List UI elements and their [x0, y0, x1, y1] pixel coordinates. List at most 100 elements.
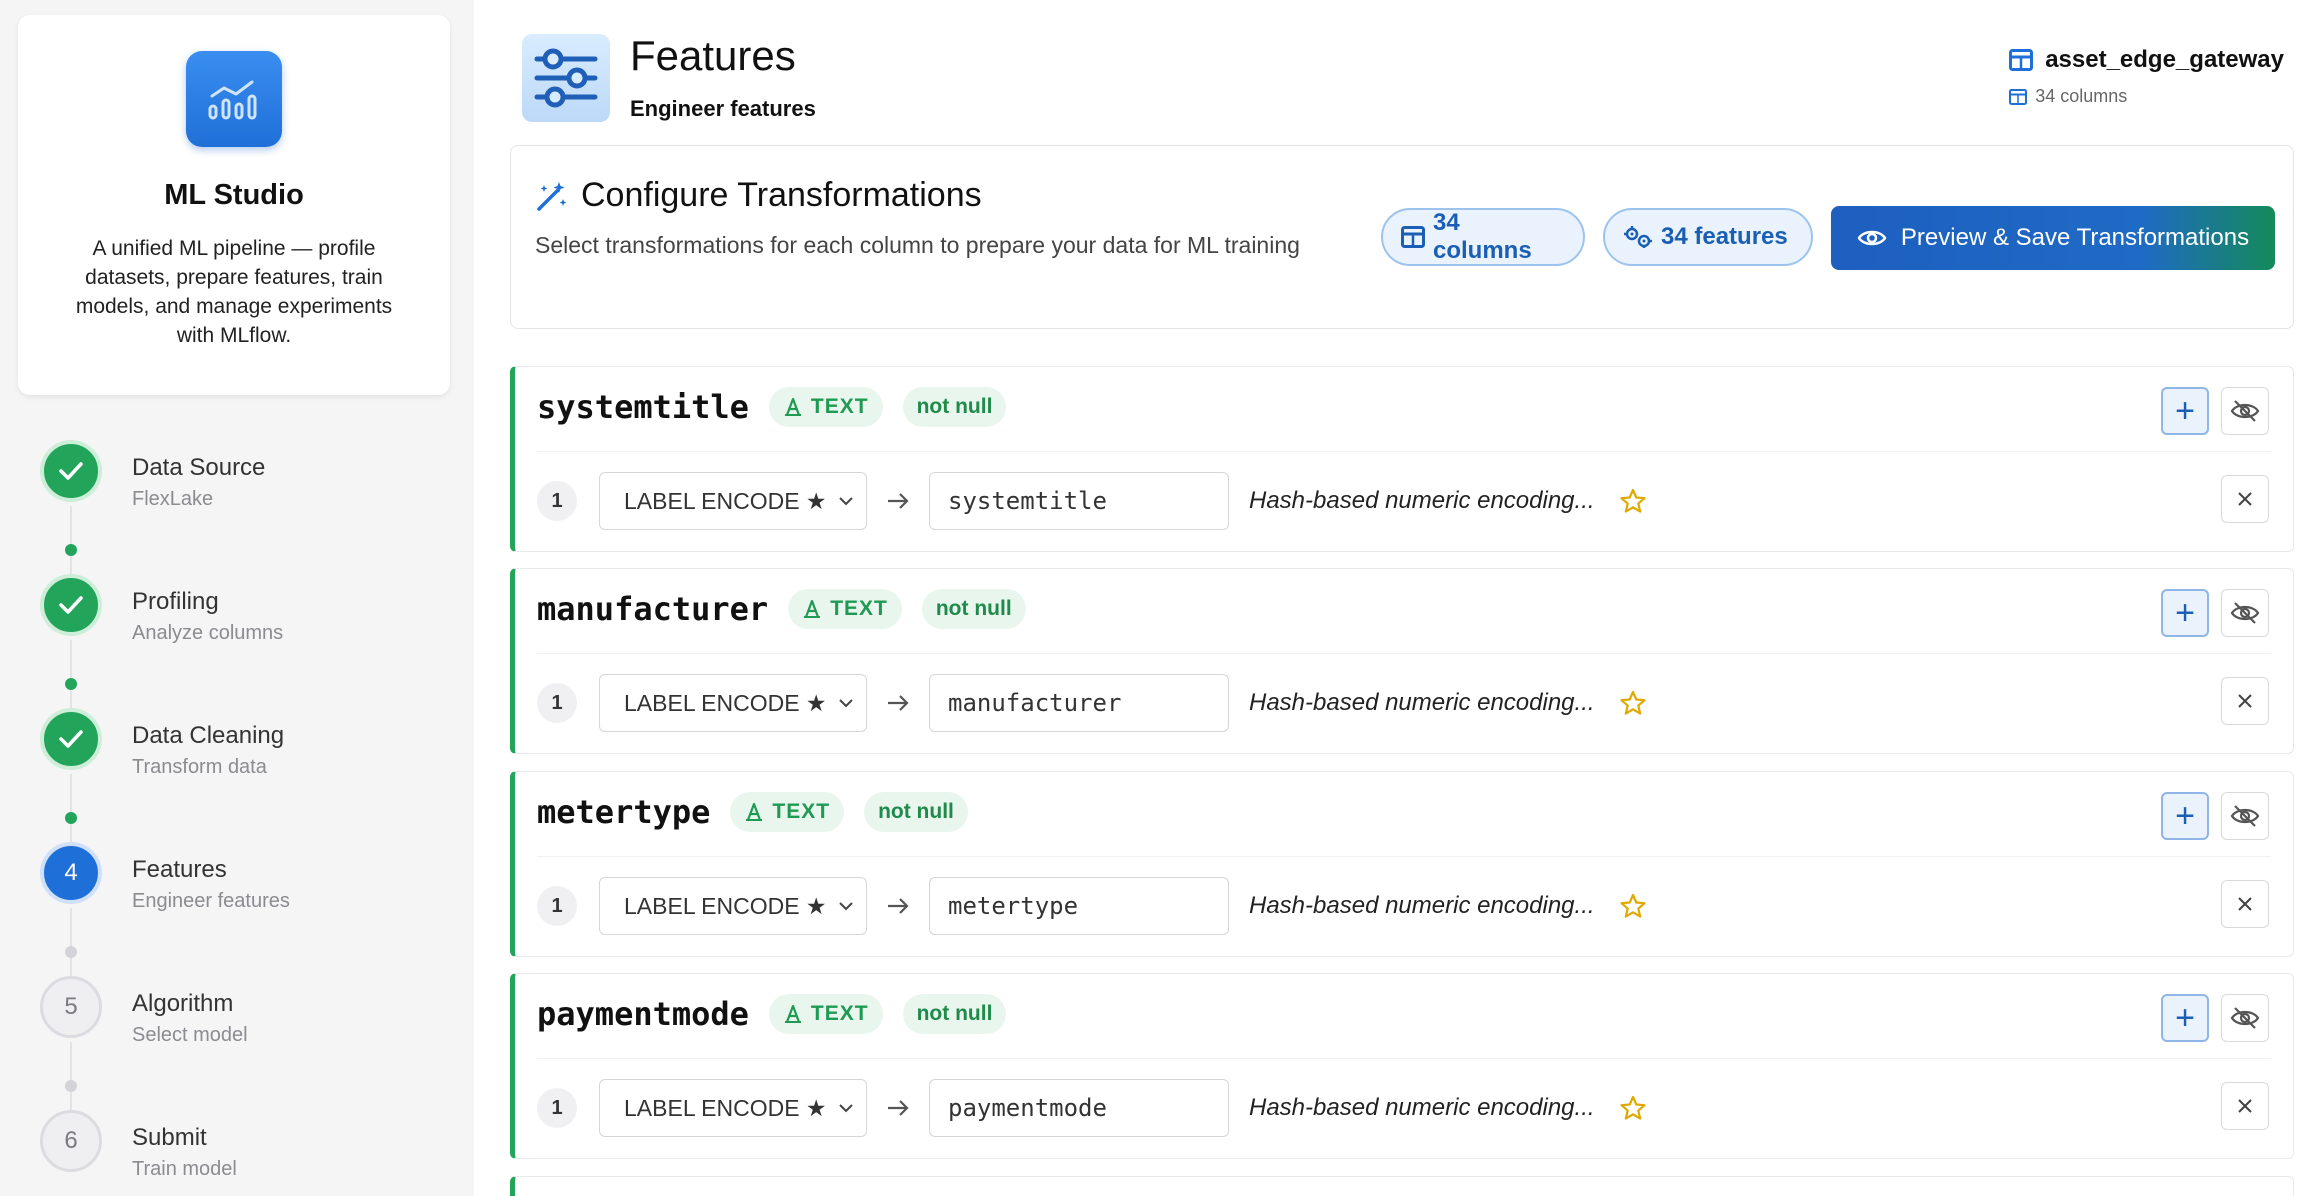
encoding-select[interactable]: LABEL ENCODE ★ — [599, 877, 867, 935]
chevron-down-icon — [839, 497, 853, 506]
step-number: 6 — [40, 1110, 102, 1172]
step-subtitle: FlexLake — [132, 488, 214, 510]
transformation-index: 1 — [537, 683, 577, 723]
star-icon[interactable] — [1619, 487, 1647, 515]
config-description: Select transformations for each column t… — [535, 232, 1300, 258]
add-transformation-button[interactable]: + — [2161, 387, 2209, 435]
hide-column-button[interactable] — [2221, 994, 2269, 1042]
close-icon — [2238, 1099, 2252, 1113]
close-icon — [2238, 897, 2252, 911]
feature-card-manufacturer: manufacturer TEXT not null + 1 LABEL ENC… — [510, 568, 2294, 754]
step-submit[interactable]: 6 Submit Train model — [40, 1110, 460, 1196]
step-subtitle: Transform data — [132, 756, 267, 778]
divider — [537, 653, 2271, 654]
output-name-input[interactable] — [929, 1079, 1229, 1137]
output-name-input[interactable] — [929, 674, 1229, 732]
plus-icon: + — [2175, 593, 2195, 632]
step-dot — [65, 812, 77, 824]
chevron-down-icon — [839, 902, 853, 911]
features-count-label: 34 features — [1661, 223, 1788, 250]
encoding-select[interactable]: LABEL ENCODE ★ — [599, 1079, 867, 1137]
type-badge: TEXT — [768, 387, 883, 427]
step-connector — [70, 506, 72, 574]
step-subtitle: Analyze columns — [132, 622, 284, 644]
eye-off-icon — [2230, 1007, 2260, 1029]
step-data-cleaning[interactable]: Data Cleaning Transform data — [40, 708, 460, 842]
divider — [537, 856, 2271, 857]
columns-count-pill[interactable]: 34 columns — [1381, 208, 1585, 266]
columns-count-label: 34 columns — [1433, 209, 1532, 264]
check-icon — [40, 708, 102, 770]
type-badge: TEXT — [768, 994, 883, 1034]
remove-transformation-button[interactable] — [2221, 475, 2269, 523]
step-dot — [65, 544, 77, 556]
hide-column-button[interactable] — [2221, 589, 2269, 637]
transformation-index: 1 — [537, 886, 577, 926]
features-count-pill[interactable]: 34 features — [1603, 208, 1813, 266]
step-title: Data Source — [132, 454, 266, 481]
feature-card-systemtitle: systemtitle TEXT not null + 1 LABEL ENCO… — [510, 366, 2294, 552]
close-icon — [2238, 694, 2252, 708]
eye-off-icon — [2230, 805, 2260, 827]
add-transformation-button[interactable]: + — [2161, 994, 2209, 1042]
check-icon — [40, 574, 102, 636]
step-connector — [70, 640, 72, 708]
chevron-down-icon — [839, 1104, 853, 1113]
encoding-select[interactable]: LABEL ENCODE ★ — [599, 472, 867, 530]
plus-icon: + — [2175, 998, 2195, 1037]
step-algorithm[interactable]: 5 Algorithm Select model — [40, 976, 460, 1110]
step-subtitle: Train model — [132, 1158, 237, 1180]
feature-name: metertype — [537, 793, 711, 831]
output-name-input[interactable] — [929, 472, 1229, 530]
close-icon — [2238, 492, 2252, 506]
sliders-icon — [522, 34, 610, 122]
encoding-select[interactable]: LABEL ENCODE ★ — [599, 674, 867, 732]
step-title: Submit — [132, 1124, 207, 1151]
feature-name: systemtitle — [537, 388, 749, 426]
encoding-description: Hash-based numeric encoding... — [1249, 689, 1595, 716]
star-icon[interactable] — [1619, 689, 1647, 717]
type-label: TEXT — [772, 800, 831, 823]
step-features[interactable]: 4 Features Engineer features — [40, 842, 460, 976]
arrow-right-icon — [883, 693, 913, 713]
add-transformation-button[interactable]: + — [2161, 589, 2209, 637]
step-title: Data Cleaning — [132, 722, 285, 749]
output-name-input[interactable] — [929, 877, 1229, 935]
type-label: TEXT — [830, 597, 888, 620]
encoding-value: LABEL ENCODE ★ — [624, 689, 827, 716]
type-badge: TEXT — [730, 792, 845, 832]
transformation-row: 1 LABEL ENCODE ★ Hash-based numeric enco… — [537, 471, 2269, 531]
remove-transformation-button[interactable] — [2221, 1082, 2269, 1130]
text-type-icon — [802, 599, 822, 619]
dataset-info: asset_edge_gateway 34 columns — [2009, 46, 2284, 107]
step-profiling[interactable]: Profiling Analyze columns — [40, 574, 460, 708]
plus-icon: + — [2175, 391, 2195, 430]
arrow-right-icon — [883, 491, 913, 511]
step-title: Algorithm — [132, 990, 234, 1017]
nullability-badge: not null — [921, 589, 1026, 629]
preview-save-button[interactable]: Preview & Save Transformations — [1831, 206, 2275, 270]
transformation-row: 1 LABEL ENCODE ★ Hash-based numeric enco… — [537, 1078, 2269, 1138]
add-transformation-button[interactable]: + — [2161, 792, 2209, 840]
star-icon[interactable] — [1619, 892, 1647, 920]
page-subtitle: Engineer features — [630, 96, 816, 121]
main-content: Features Engineer features asset_edge_ga… — [474, 0, 2312, 1196]
encoding-value: LABEL ENCODE ★ — [624, 892, 827, 919]
remove-transformation-button[interactable] — [2221, 880, 2269, 928]
brand-title: ML Studio — [164, 179, 304, 211]
nullability-badge: not null — [864, 792, 968, 832]
plus-icon: + — [2175, 796, 2195, 835]
transformation-row: 1 LABEL ENCODE ★ Hash-based numeric enco… — [537, 673, 2269, 733]
step-dot — [65, 678, 77, 690]
hide-column-button[interactable] — [2221, 387, 2269, 435]
text-type-icon — [783, 397, 803, 417]
star-icon[interactable] — [1619, 1094, 1647, 1122]
eye-off-icon — [2230, 400, 2260, 422]
step-data-source[interactable]: Data Source FlexLake — [40, 440, 460, 574]
hide-column-button[interactable] — [2221, 792, 2269, 840]
nullability-badge: not null — [902, 387, 1007, 427]
type-label: TEXT — [810, 1002, 869, 1025]
step-title: Profiling — [132, 588, 219, 615]
dataset-name: asset_edge_gateway — [2045, 46, 2284, 73]
remove-transformation-button[interactable] — [2221, 677, 2269, 725]
